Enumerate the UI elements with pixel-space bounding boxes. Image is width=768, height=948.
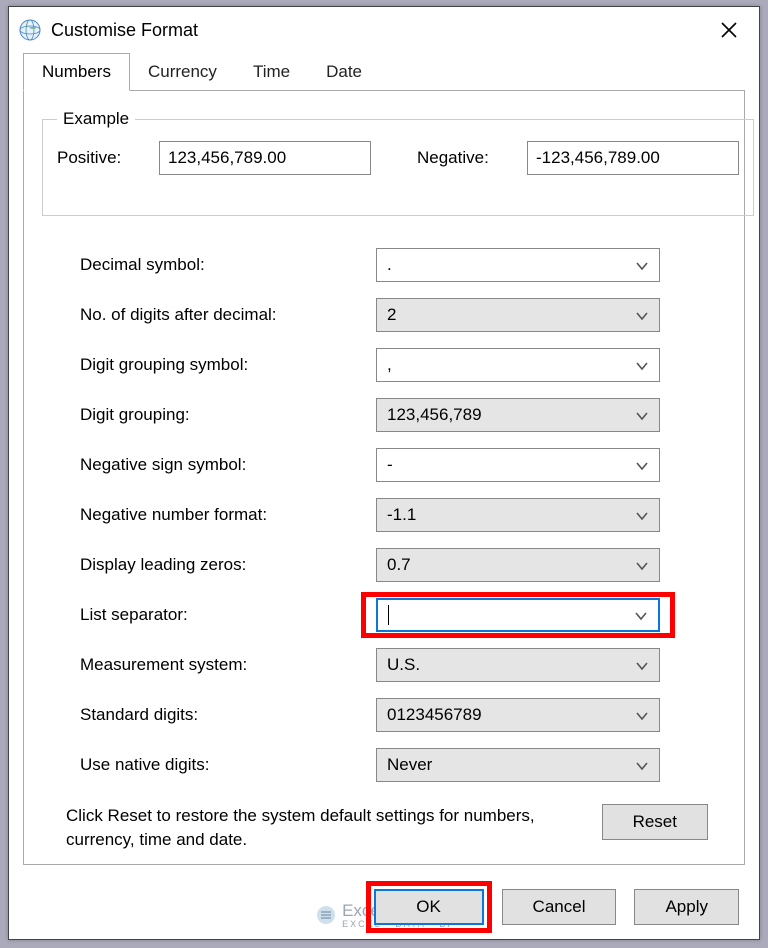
tab-panel-numbers: Example Positive: 123,456,789.00 Negativ… [23,91,745,865]
reset-button[interactable]: Reset [602,804,708,840]
close-button[interactable] [709,10,749,50]
dialog-buttons: OK Cancel Apply [374,889,739,925]
chevron-down-icon [635,458,649,472]
decimal-symbol-label: Decimal symbol: [80,255,376,275]
close-icon [720,21,738,39]
ok-button[interactable]: OK [374,889,484,925]
standard-digits-value: 0123456789 [387,705,482,725]
decimal-symbol-combobox[interactable]: . [376,248,660,282]
list-separator-combobox[interactable]: | [376,598,660,632]
chevron-down-icon [635,508,649,522]
group-symbol-value: , [387,355,392,375]
grouping-value: 123,456,789 [387,405,482,425]
negative-label: Negative: [417,148,513,168]
digits-after-value: 2 [387,305,396,325]
list-separator-label: List separator: [80,605,376,625]
neg-format-label: Negative number format: [80,505,376,525]
digits-after-combobox[interactable]: 2 [376,298,660,332]
neg-format-value: -1.1 [387,505,416,525]
measurement-combobox[interactable]: U.S. [376,648,660,682]
globe-icon [19,19,41,41]
digits-after-label: No. of digits after decimal: [80,305,376,325]
customise-format-dialog: Customise Format Numbers Currency Time D… [8,6,760,940]
chevron-down-icon [635,308,649,322]
standard-digits-label: Standard digits: [80,705,376,725]
native-digits-label: Use native digits: [80,755,376,775]
leading-zeros-combobox[interactable]: 0.7 [376,548,660,582]
apply-button[interactable]: Apply [634,889,739,925]
tab-strip: Numbers Currency Time Date [23,53,745,91]
example-group: Example Positive: 123,456,789.00 Negativ… [42,109,754,216]
standard-digits-combobox[interactable]: 0123456789 [376,698,660,732]
title-bar: Customise Format [9,7,759,53]
native-digits-value: Never [387,755,432,775]
chevron-down-icon [635,558,649,572]
reset-description: Click Reset to restore the system defaul… [66,804,584,852]
tab-currency[interactable]: Currency [130,53,235,91]
example-legend: Example [57,109,135,129]
tab-date[interactable]: Date [308,53,380,91]
chevron-down-icon [635,658,649,672]
neg-sign-combobox[interactable]: - [376,448,660,482]
neg-sign-value: - [387,455,393,475]
group-symbol-combobox[interactable]: , [376,348,660,382]
chevron-down-icon [635,708,649,722]
cancel-button[interactable]: Cancel [502,889,617,925]
leading-zeros-value: 0.7 [387,555,411,575]
negative-example-field: -123,456,789.00 [527,141,739,175]
neg-format-combobox[interactable]: -1.1 [376,498,660,532]
watermark-logo-icon [316,905,336,925]
neg-sign-label: Negative sign symbol: [80,455,376,475]
chevron-down-icon [635,358,649,372]
group-symbol-label: Digit grouping symbol: [80,355,376,375]
chevron-down-icon [634,608,648,622]
decimal-symbol-value: . [387,255,392,275]
positive-example-field: 123,456,789.00 [159,141,371,175]
measurement-value: U.S. [387,655,420,675]
leading-zeros-label: Display leading zeros: [80,555,376,575]
chevron-down-icon [635,758,649,772]
grouping-label: Digit grouping: [80,405,376,425]
window-title: Customise Format [51,20,709,41]
grouping-combobox[interactable]: 123,456,789 [376,398,660,432]
native-digits-combobox[interactable]: Never [376,748,660,782]
tab-numbers[interactable]: Numbers [23,53,130,91]
chevron-down-icon [635,258,649,272]
chevron-down-icon [635,408,649,422]
tab-time[interactable]: Time [235,53,308,91]
positive-label: Positive: [57,148,145,168]
measurement-label: Measurement system: [80,655,376,675]
